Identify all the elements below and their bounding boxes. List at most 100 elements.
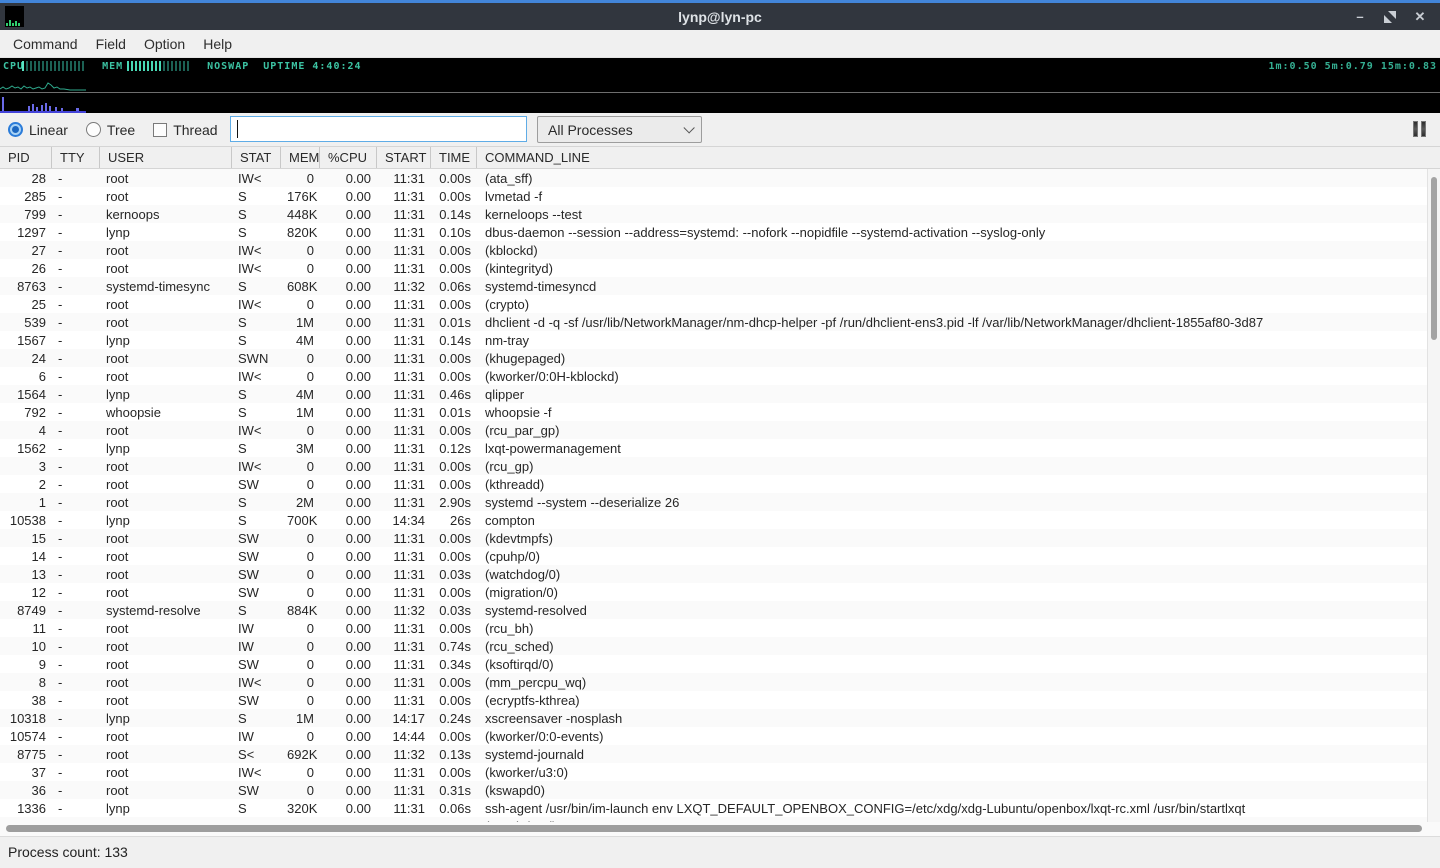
process-row[interactable]: 24-rootSWN00.0011:310.00s(khugepaged) — [0, 349, 1427, 367]
process-row[interactable]: 38-rootSW00.0011:310.00s(ecryptfs-kthrea… — [0, 691, 1427, 709]
cell-user: root — [100, 189, 232, 204]
cell-mem: 884K — [281, 603, 320, 618]
column-header--cpu[interactable]: %CPU — [320, 147, 377, 168]
column-header-command-line[interactable]: COMMAND_LINE — [477, 147, 1440, 168]
cell-time: 0.12s — [431, 441, 477, 456]
cell-tty: - — [52, 621, 100, 636]
cell-mem: 1M — [281, 405, 320, 420]
process-row[interactable]: 1564-lynpS4M0.0011:310.46sqlipper — [0, 385, 1427, 403]
column-header-tty[interactable]: TTY — [52, 147, 100, 168]
process-filter-dropdown[interactable]: All Processes — [537, 116, 702, 143]
close-button[interactable]: ✕ — [1412, 9, 1428, 25]
process-row[interactable]: 25-rootIW<00.0011:310.00s(crypto) — [0, 295, 1427, 313]
process-row[interactable]: 12-rootSW00.0011:310.00s(migration/0) — [0, 583, 1427, 601]
cell-mem: 0 — [281, 783, 320, 798]
process-row[interactable]: 9-rootSW00.0011:310.34s(ksoftirqd/0) — [0, 655, 1427, 673]
horizontal-scrollbar[interactable] — [0, 822, 1440, 836]
process-row[interactable]: 37-rootIW<00.0011:310.00s(kworker/u3:0) — [0, 763, 1427, 781]
process-row[interactable]: 1562-lynpS3M0.0011:310.12slxqt-powermana… — [0, 439, 1427, 457]
cell-mem: 0 — [281, 261, 320, 276]
cell--cpu: 0.00 — [320, 441, 377, 456]
cell-tty: - — [52, 441, 100, 456]
process-row[interactable]: 2-rootSW00.0011:310.00s(kthreadd) — [0, 475, 1427, 493]
titlebar: lynp@lyn-pc – ✕ — [0, 0, 1440, 30]
process-row[interactable]: 10-rootIW00.0011:310.74s(rcu_sched) — [0, 637, 1427, 655]
column-header-user[interactable]: USER — [100, 147, 232, 168]
process-row[interactable]: 8763-systemd-timesyncS608K0.0011:320.06s… — [0, 277, 1427, 295]
cell-pid: 1562 — [0, 441, 52, 456]
cell-stat: S — [232, 711, 281, 726]
process-row[interactable]: 8775-rootS<692K0.0011:320.13ssystemd-jou… — [0, 745, 1427, 763]
vertical-scrollbar[interactable] — [1427, 169, 1440, 822]
cell-command-line: (migration/0) — [477, 585, 1427, 600]
cell--cpu: 0.00 — [320, 711, 377, 726]
menu-option[interactable]: Option — [135, 33, 194, 55]
process-row[interactable]: 1297-lynpS820K0.0011:310.10sdbus-daemon … — [0, 223, 1427, 241]
process-row[interactable]: 6-rootIW<00.0011:310.00s(kworker/0:0H-kb… — [0, 367, 1427, 385]
process-row[interactable]: 792-whoopsieS1M0.0011:310.01swhoopsie -f — [0, 403, 1427, 421]
search-input[interactable] — [230, 116, 527, 142]
cell--cpu: 0.00 — [320, 747, 377, 762]
menu-field[interactable]: Field — [87, 33, 135, 55]
cell-pid: 6 — [0, 369, 52, 384]
pause-button[interactable] — [1408, 119, 1430, 139]
cell-stat: S — [232, 279, 281, 294]
process-row[interactable]: 285-rootS176K0.0011:310.00slvmetad -f — [0, 187, 1427, 205]
cell--cpu: 0.00 — [320, 621, 377, 636]
cell-command-line: systemd-resolved — [477, 603, 1427, 618]
column-header-mem[interactable]: MEM — [281, 147, 320, 168]
cell--cpu: 0.00 — [320, 207, 377, 222]
thread-option[interactable]: Thread — [153, 122, 217, 138]
cell-pid: 792 — [0, 405, 52, 420]
view-mode-linear[interactable]: Linear — [8, 122, 68, 138]
column-header-start[interactable]: START — [377, 147, 431, 168]
process-row[interactable]: 13-rootSW00.0011:310.03s(watchdog/0) — [0, 565, 1427, 583]
menu-help[interactable]: Help — [194, 33, 241, 55]
process-row[interactable]: 28-rootIW<00.0011:310.00s(ata_sff) — [0, 169, 1427, 187]
process-row[interactable]: 799-kernoopsS448K0.0011:310.14skerneloop… — [0, 205, 1427, 223]
process-row[interactable]: 1-rootS2M0.0011:312.90ssystemd --system … — [0, 493, 1427, 511]
process-row[interactable]: 10318-lynpS1M0.0014:170.24sxscreensaver … — [0, 709, 1427, 727]
process-row[interactable]: 8749-systemd-resolveS884K0.0011:320.03ss… — [0, 601, 1427, 619]
minimize-button[interactable]: – — [1352, 9, 1368, 25]
filter-toolbar: Linear Tree Thread All Processes — [0, 113, 1440, 146]
load-average-label: 1m:0.50 5m:0.79 15m:0.83 — [1269, 61, 1440, 72]
cell--cpu: 0.00 — [320, 531, 377, 546]
process-row[interactable]: 4-rootIW<00.0011:310.00s(rcu_par_gp) — [0, 421, 1427, 439]
thread-checkbox[interactable] — [153, 123, 167, 137]
process-row[interactable]: 1336-lynpS320K0.0011:310.06sssh-agent /u… — [0, 799, 1427, 817]
menu-command[interactable]: Command — [4, 33, 87, 55]
process-row[interactable]: 27-rootIW<00.0011:310.00s(kblockd) — [0, 241, 1427, 259]
cell-time: 0.00s — [431, 693, 477, 708]
process-row[interactable]: 3-rootIW<00.0011:310.00s(rcu_gp) — [0, 457, 1427, 475]
column-header-time[interactable]: TIME — [431, 147, 477, 168]
cell-stat: IW< — [232, 261, 281, 276]
column-header-pid[interactable]: PID — [0, 147, 52, 168]
cell-start: 11:31 — [377, 405, 431, 420]
horizontal-scrollbar-thumb[interactable] — [6, 825, 1422, 832]
process-row[interactable]: 11-rootIW00.0011:310.00s(rcu_bh) — [0, 619, 1427, 637]
view-mode-tree[interactable]: Tree — [86, 122, 135, 138]
process-row[interactable]: 26-rootIW<00.0011:310.00s(kintegrityd) — [0, 259, 1427, 277]
process-row[interactable]: 36-rootSW00.0011:310.31s(kswapd0) — [0, 781, 1427, 799]
cell-mem: 0 — [281, 297, 320, 312]
cell-tty: - — [52, 729, 100, 744]
cpu-history-graph — [0, 76, 120, 92]
cell--cpu: 0.00 — [320, 297, 377, 312]
process-row[interactable]: 14-rootSW00.0011:310.00s(cpuhp/0) — [0, 547, 1427, 565]
process-row[interactable]: 15-rootSW00.0011:310.00s(kdevtmpfs) — [0, 529, 1427, 547]
tree-radio[interactable] — [86, 122, 101, 137]
cell-stat: IW< — [232, 369, 281, 384]
column-header-stat[interactable]: STAT — [232, 147, 281, 168]
statusbar: Process count: 133 — [0, 836, 1440, 867]
process-row[interactable]: 1567-lynpS4M0.0011:310.14snm-tray — [0, 331, 1427, 349]
app-icon — [5, 6, 24, 27]
process-row[interactable]: 10574-rootIW00.0014:440.00s(kworker/0:0-… — [0, 727, 1427, 745]
process-row[interactable]: 539-rootS1M0.0011:310.01sdhclient -d -q … — [0, 313, 1427, 331]
linear-radio[interactable] — [8, 122, 23, 137]
vertical-scrollbar-thumb[interactable] — [1431, 177, 1437, 340]
cell-command-line: (kblockd) — [477, 243, 1427, 258]
maximize-button[interactable] — [1382, 9, 1398, 25]
process-row[interactable]: 8-rootIW<00.0011:310.00s(mm_percpu_wq) — [0, 673, 1427, 691]
process-row[interactable]: 10538-lynpS700K0.0014:3426scompton — [0, 511, 1427, 529]
